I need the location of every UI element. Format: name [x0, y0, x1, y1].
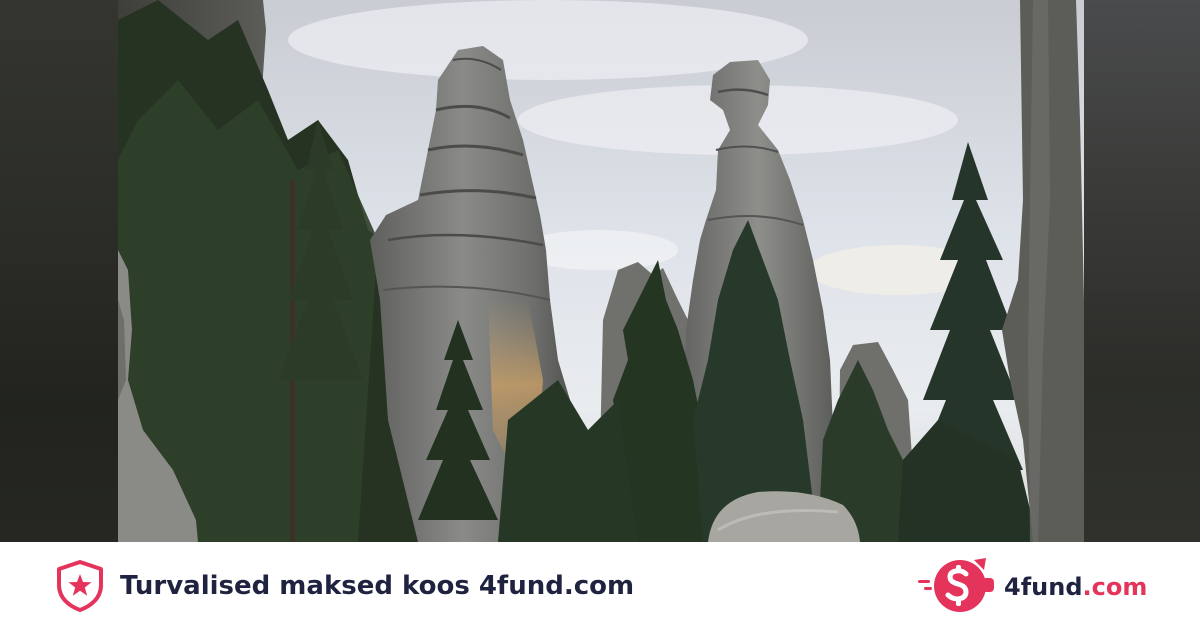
- rock-formations-image: [118, 0, 1084, 542]
- footer-bar: Turvalised maksed koos 4fund.com 4fund.c…: [0, 542, 1200, 630]
- photo-blur-right: [1084, 0, 1200, 542]
- brand-tld: .com: [1082, 573, 1148, 601]
- photo-blur-left: [0, 0, 118, 542]
- brand-name: 4fund: [1004, 573, 1083, 601]
- brand-logo-text[interactable]: 4fund.com: [1004, 570, 1147, 604]
- piggy-bank-dollar-icon: [916, 556, 1000, 616]
- shield-star-icon: [53, 559, 107, 613]
- share-card: Turvalised maksed koos 4fund.com 4fund.c…: [0, 0, 1200, 630]
- cover-photo: [0, 0, 1200, 542]
- secure-payments-tagline: Turvalised maksed koos 4fund.com: [120, 571, 635, 601]
